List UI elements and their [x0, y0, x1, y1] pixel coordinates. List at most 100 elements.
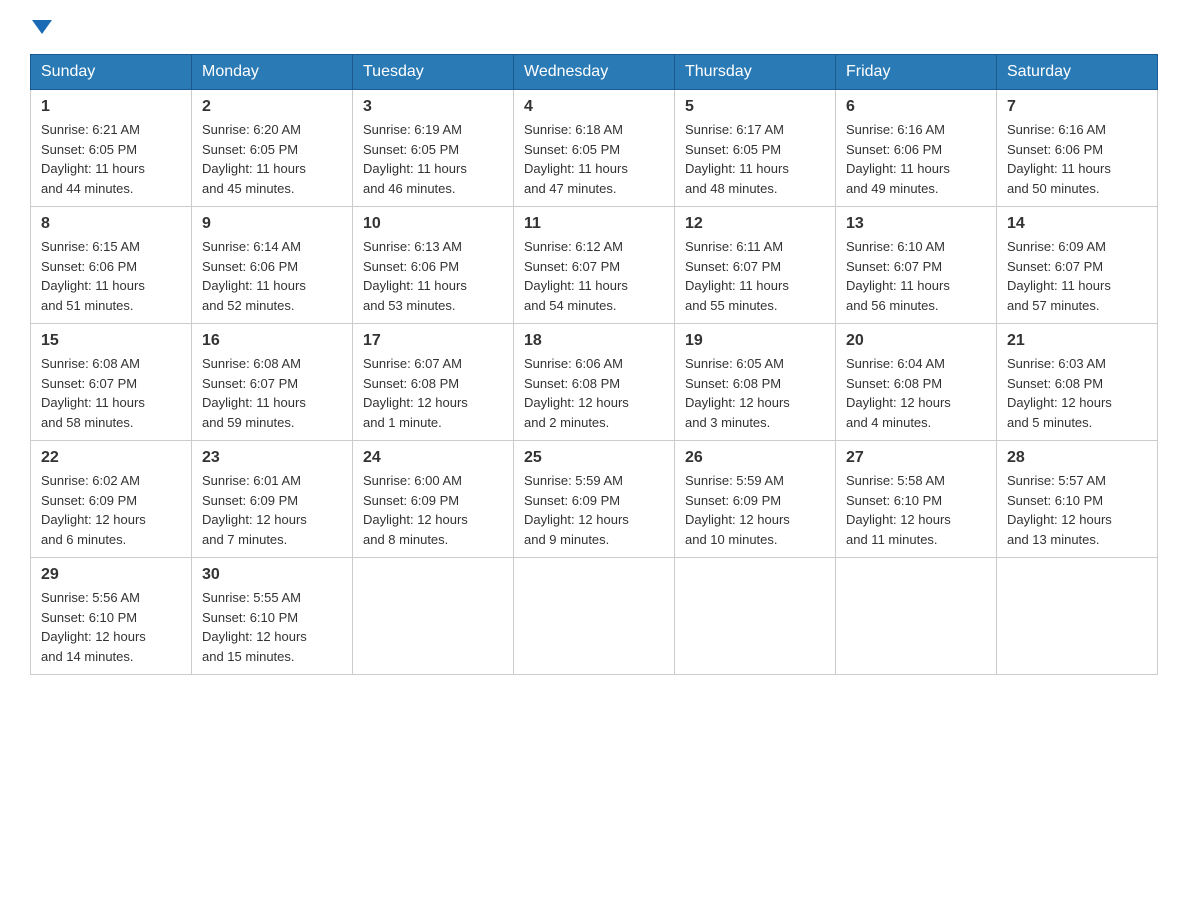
day-number: 22 [41, 449, 181, 467]
calendar-week-row: 15 Sunrise: 6:08 AMSunset: 6:07 PMDaylig… [31, 324, 1158, 441]
weekday-header-sunday: Sunday [31, 55, 192, 90]
day-info: Sunrise: 6:04 AMSunset: 6:08 PMDaylight:… [846, 356, 951, 430]
day-info: Sunrise: 6:07 AMSunset: 6:08 PMDaylight:… [363, 356, 468, 430]
calendar-cell: 12 Sunrise: 6:11 AMSunset: 6:07 PMDaylig… [675, 207, 836, 324]
day-info: Sunrise: 6:09 AMSunset: 6:07 PMDaylight:… [1007, 239, 1111, 313]
day-info: Sunrise: 6:08 AMSunset: 6:07 PMDaylight:… [41, 356, 145, 430]
day-info: Sunrise: 6:00 AMSunset: 6:09 PMDaylight:… [363, 473, 468, 547]
weekday-header-wednesday: Wednesday [514, 55, 675, 90]
day-info: Sunrise: 6:10 AMSunset: 6:07 PMDaylight:… [846, 239, 950, 313]
day-info: Sunrise: 6:16 AMSunset: 6:06 PMDaylight:… [1007, 122, 1111, 196]
calendar-cell: 27 Sunrise: 5:58 AMSunset: 6:10 PMDaylig… [836, 441, 997, 558]
calendar-cell: 1 Sunrise: 6:21 AMSunset: 6:05 PMDayligh… [31, 90, 192, 207]
day-info: Sunrise: 5:59 AMSunset: 6:09 PMDaylight:… [685, 473, 790, 547]
calendar-cell: 17 Sunrise: 6:07 AMSunset: 6:08 PMDaylig… [353, 324, 514, 441]
day-info: Sunrise: 6:21 AMSunset: 6:05 PMDaylight:… [41, 122, 145, 196]
day-number: 2 [202, 98, 342, 116]
calendar-week-row: 29 Sunrise: 5:56 AMSunset: 6:10 PMDaylig… [31, 558, 1158, 675]
day-number: 13 [846, 215, 986, 233]
day-number: 14 [1007, 215, 1147, 233]
day-number: 8 [41, 215, 181, 233]
calendar-cell [353, 558, 514, 675]
day-number: 12 [685, 215, 825, 233]
day-number: 21 [1007, 332, 1147, 350]
day-number: 7 [1007, 98, 1147, 116]
calendar-cell: 24 Sunrise: 6:00 AMSunset: 6:09 PMDaylig… [353, 441, 514, 558]
calendar-cell: 19 Sunrise: 6:05 AMSunset: 6:08 PMDaylig… [675, 324, 836, 441]
day-info: Sunrise: 6:03 AMSunset: 6:08 PMDaylight:… [1007, 356, 1112, 430]
calendar-cell: 28 Sunrise: 5:57 AMSunset: 6:10 PMDaylig… [997, 441, 1158, 558]
day-number: 4 [524, 98, 664, 116]
calendar-cell: 13 Sunrise: 6:10 AMSunset: 6:07 PMDaylig… [836, 207, 997, 324]
calendar-cell: 4 Sunrise: 6:18 AMSunset: 6:05 PMDayligh… [514, 90, 675, 207]
day-info: Sunrise: 6:17 AMSunset: 6:05 PMDaylight:… [685, 122, 789, 196]
calendar-cell: 18 Sunrise: 6:06 AMSunset: 6:08 PMDaylig… [514, 324, 675, 441]
calendar-cell: 22 Sunrise: 6:02 AMSunset: 6:09 PMDaylig… [31, 441, 192, 558]
calendar-cell [675, 558, 836, 675]
day-number: 6 [846, 98, 986, 116]
logo [30, 20, 52, 34]
calendar-cell: 7 Sunrise: 6:16 AMSunset: 6:06 PMDayligh… [997, 90, 1158, 207]
day-info: Sunrise: 6:15 AMSunset: 6:06 PMDaylight:… [41, 239, 145, 313]
day-info: Sunrise: 5:55 AMSunset: 6:10 PMDaylight:… [202, 590, 307, 664]
day-info: Sunrise: 5:58 AMSunset: 6:10 PMDaylight:… [846, 473, 951, 547]
calendar-cell: 15 Sunrise: 6:08 AMSunset: 6:07 PMDaylig… [31, 324, 192, 441]
page-header [30, 20, 1158, 34]
weekday-header-row: SundayMondayTuesdayWednesdayThursdayFrid… [31, 55, 1158, 90]
day-info: Sunrise: 6:01 AMSunset: 6:09 PMDaylight:… [202, 473, 307, 547]
day-info: Sunrise: 6:08 AMSunset: 6:07 PMDaylight:… [202, 356, 306, 430]
day-number: 23 [202, 449, 342, 467]
day-info: Sunrise: 5:57 AMSunset: 6:10 PMDaylight:… [1007, 473, 1112, 547]
day-number: 5 [685, 98, 825, 116]
calendar-cell: 29 Sunrise: 5:56 AMSunset: 6:10 PMDaylig… [31, 558, 192, 675]
day-number: 26 [685, 449, 825, 467]
calendar-week-row: 8 Sunrise: 6:15 AMSunset: 6:06 PMDayligh… [31, 207, 1158, 324]
calendar-cell [997, 558, 1158, 675]
day-number: 16 [202, 332, 342, 350]
day-info: Sunrise: 6:13 AMSunset: 6:06 PMDaylight:… [363, 239, 467, 313]
day-info: Sunrise: 6:02 AMSunset: 6:09 PMDaylight:… [41, 473, 146, 547]
calendar-cell: 23 Sunrise: 6:01 AMSunset: 6:09 PMDaylig… [192, 441, 353, 558]
day-number: 17 [363, 332, 503, 350]
calendar-cell: 20 Sunrise: 6:04 AMSunset: 6:08 PMDaylig… [836, 324, 997, 441]
day-number: 15 [41, 332, 181, 350]
calendar-cell: 30 Sunrise: 5:55 AMSunset: 6:10 PMDaylig… [192, 558, 353, 675]
day-number: 20 [846, 332, 986, 350]
weekday-header-monday: Monday [192, 55, 353, 90]
day-info: Sunrise: 6:18 AMSunset: 6:05 PMDaylight:… [524, 122, 628, 196]
day-number: 30 [202, 566, 342, 584]
calendar-cell: 11 Sunrise: 6:12 AMSunset: 6:07 PMDaylig… [514, 207, 675, 324]
logo-triangle-icon [32, 20, 52, 34]
calendar-cell [514, 558, 675, 675]
calendar-cell: 9 Sunrise: 6:14 AMSunset: 6:06 PMDayligh… [192, 207, 353, 324]
day-info: Sunrise: 6:16 AMSunset: 6:06 PMDaylight:… [846, 122, 950, 196]
day-info: Sunrise: 5:56 AMSunset: 6:10 PMDaylight:… [41, 590, 146, 664]
day-info: Sunrise: 6:06 AMSunset: 6:08 PMDaylight:… [524, 356, 629, 430]
calendar-week-row: 1 Sunrise: 6:21 AMSunset: 6:05 PMDayligh… [31, 90, 1158, 207]
day-number: 10 [363, 215, 503, 233]
calendar-cell [836, 558, 997, 675]
calendar-cell: 6 Sunrise: 6:16 AMSunset: 6:06 PMDayligh… [836, 90, 997, 207]
weekday-header-friday: Friday [836, 55, 997, 90]
calendar-cell: 8 Sunrise: 6:15 AMSunset: 6:06 PMDayligh… [31, 207, 192, 324]
day-info: Sunrise: 6:12 AMSunset: 6:07 PMDaylight:… [524, 239, 628, 313]
day-number: 27 [846, 449, 986, 467]
day-number: 9 [202, 215, 342, 233]
day-info: Sunrise: 5:59 AMSunset: 6:09 PMDaylight:… [524, 473, 629, 547]
day-info: Sunrise: 6:05 AMSunset: 6:08 PMDaylight:… [685, 356, 790, 430]
day-number: 29 [41, 566, 181, 584]
calendar-cell: 14 Sunrise: 6:09 AMSunset: 6:07 PMDaylig… [997, 207, 1158, 324]
day-info: Sunrise: 6:14 AMSunset: 6:06 PMDaylight:… [202, 239, 306, 313]
weekday-header-saturday: Saturday [997, 55, 1158, 90]
day-number: 28 [1007, 449, 1147, 467]
day-number: 3 [363, 98, 503, 116]
day-info: Sunrise: 6:19 AMSunset: 6:05 PMDaylight:… [363, 122, 467, 196]
day-number: 24 [363, 449, 503, 467]
calendar-cell: 16 Sunrise: 6:08 AMSunset: 6:07 PMDaylig… [192, 324, 353, 441]
weekday-header-tuesday: Tuesday [353, 55, 514, 90]
calendar-cell: 25 Sunrise: 5:59 AMSunset: 6:09 PMDaylig… [514, 441, 675, 558]
calendar-cell: 26 Sunrise: 5:59 AMSunset: 6:09 PMDaylig… [675, 441, 836, 558]
calendar-cell: 5 Sunrise: 6:17 AMSunset: 6:05 PMDayligh… [675, 90, 836, 207]
day-number: 11 [524, 215, 664, 233]
day-number: 18 [524, 332, 664, 350]
